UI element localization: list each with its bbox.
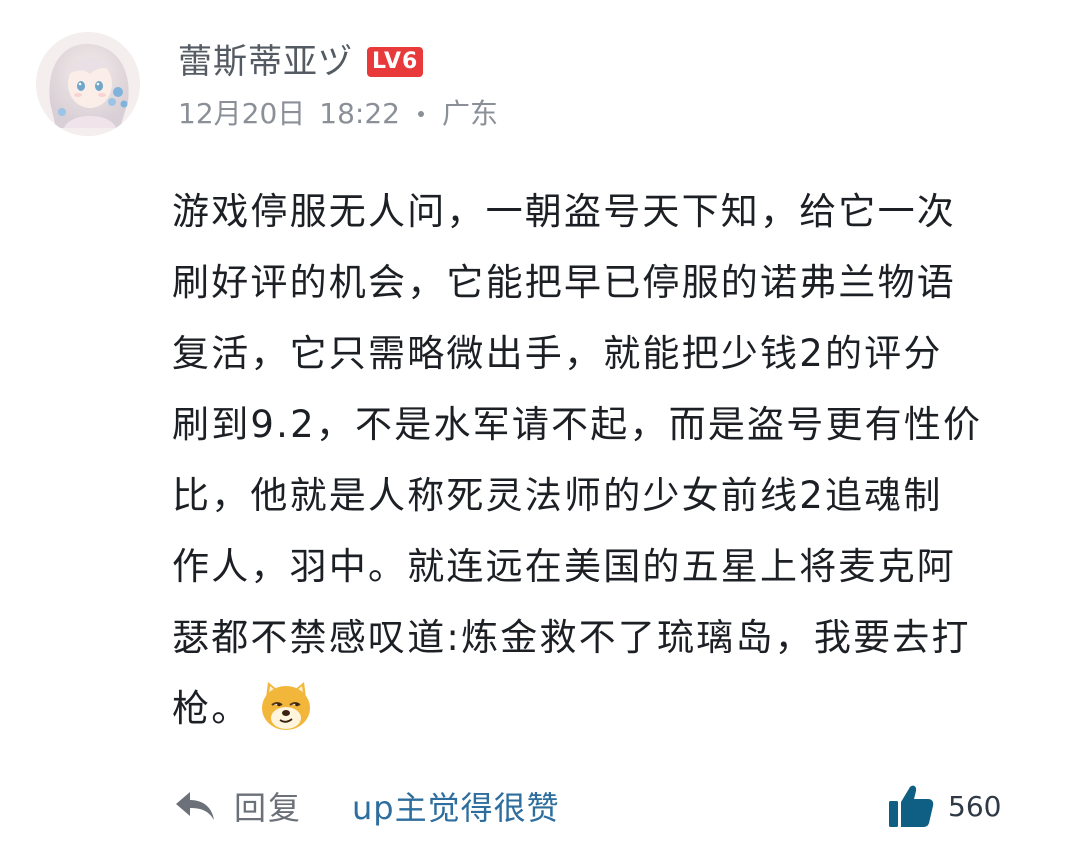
comment-meta: 12月20日 18:22 广东 <box>178 94 498 134</box>
avatar[interactable] <box>36 32 140 136</box>
comment-card: 蕾斯蒂亚ヅ LV6 12月20日 18:22 广东 游戏停服无人问，一朝盗号天下… <box>0 0 1080 861</box>
level-badge: LV6 <box>367 47 424 77</box>
comment-date: 12月20日 <box>178 97 306 130</box>
thumbs-up-icon[interactable] <box>886 781 936 831</box>
reply-arrow-icon[interactable] <box>172 788 216 824</box>
comment-actions: 回复 up主觉得很赞 <box>172 780 560 832</box>
comment-time: 18:22 <box>319 97 400 130</box>
like-button[interactable]: 560 <box>886 778 1001 834</box>
up-liked-tag: up主觉得很赞 <box>352 789 560 827</box>
comment-header: 蕾斯蒂亚ヅ LV6 <box>178 40 424 84</box>
username[interactable]: 蕾斯蒂亚ヅ <box>178 40 353 84</box>
avatar-image <box>36 32 140 136</box>
like-count: 560 <box>948 789 1002 823</box>
comment-location: 广东 <box>441 97 498 130</box>
reply-button[interactable]: 回复 <box>234 783 302 829</box>
separator-dot <box>417 111 424 117</box>
doge-emoji-icon <box>262 682 310 730</box>
comment-text: 游戏停服无人问，一朝盗号天下知，给它一次 刷好评的机会，它能把早已停服的诺弗兰物… <box>172 190 983 730</box>
